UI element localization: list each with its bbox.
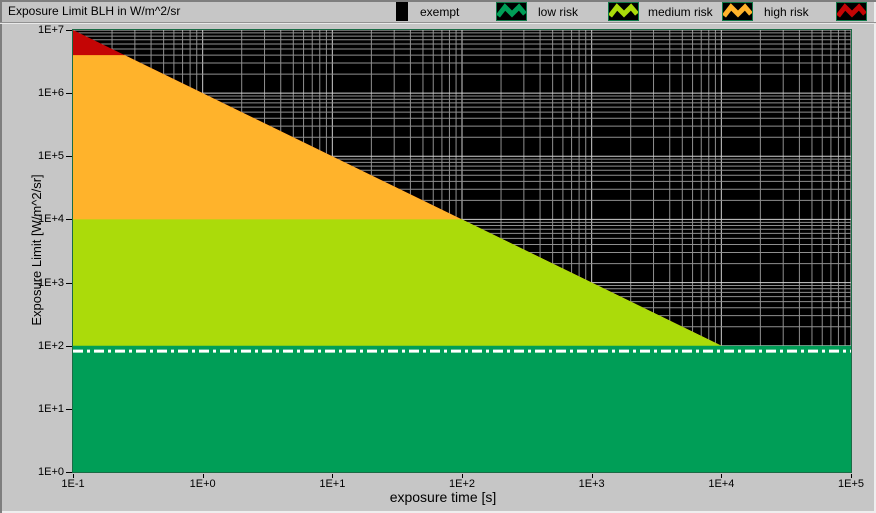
y-tick-mark xyxy=(66,30,72,31)
chart-title: Exposure Limit BLH in W/m^2/sr xyxy=(8,4,180,18)
zigzag-wave-glyph xyxy=(838,7,865,16)
x-tick-mark xyxy=(721,474,722,478)
legend-label-exempt[interactable]: exempt xyxy=(420,5,459,19)
legend-label-high-risk[interactable]: high risk xyxy=(764,5,809,19)
y-tick-mark xyxy=(66,472,72,473)
x-tick-mark xyxy=(332,474,333,478)
x-axis-title: exposure time [s] xyxy=(293,489,593,505)
zigzag-wave-glyph xyxy=(610,7,637,16)
y-tick-label: 1E+7 xyxy=(14,24,64,36)
legend-icon-low-risk[interactable] xyxy=(608,2,639,21)
y-tick-mark xyxy=(66,93,72,94)
y-tick-label: 1E+2 xyxy=(14,340,64,352)
legend-icon-high-risk[interactable] xyxy=(836,2,867,21)
y-tick-mark xyxy=(66,409,72,410)
y-tick-mark xyxy=(66,283,72,284)
legend-label-low-risk[interactable]: low risk xyxy=(538,5,578,19)
y-tick-label: 1E+5 xyxy=(14,150,64,162)
x-tick-mark xyxy=(851,474,852,478)
legend-icon-exempt[interactable] xyxy=(496,2,527,21)
y-axis-title: Exposure Limit [W/m^2/sr] xyxy=(29,174,44,325)
plot-area[interactable] xyxy=(72,29,852,473)
y-tick-label: 1E+0 xyxy=(14,466,64,478)
legend-edge xyxy=(396,2,408,21)
y-tick-label: 1E+1 xyxy=(14,403,64,415)
x-tick-label: 1E-1 xyxy=(43,478,103,490)
zigzag-wave-glyph xyxy=(724,7,751,16)
x-tick-label: 1E+0 xyxy=(173,478,233,490)
x-tick-mark xyxy=(73,474,74,478)
front-panel: Exposure Limit BLH in W/m^2/sr exempt low… xyxy=(0,0,876,513)
header-divider-highlight xyxy=(0,23,876,24)
y-tick-mark xyxy=(66,219,72,220)
zigzag-wave-glyph xyxy=(498,7,525,16)
legend-icon-medium-risk[interactable] xyxy=(722,2,753,21)
x-tick-mark xyxy=(592,474,593,478)
y-tick-mark xyxy=(66,156,72,157)
series-fill-exempt xyxy=(73,346,851,472)
x-tick-label: 1E+5 xyxy=(821,478,876,490)
x-tick-label: 1E+4 xyxy=(691,478,751,490)
x-tick-mark xyxy=(203,474,204,478)
y-tick-label: 1E+6 xyxy=(14,87,64,99)
legend-label-medium-risk[interactable]: medium risk xyxy=(648,5,713,19)
y-tick-mark xyxy=(66,346,72,347)
x-tick-mark xyxy=(462,474,463,478)
